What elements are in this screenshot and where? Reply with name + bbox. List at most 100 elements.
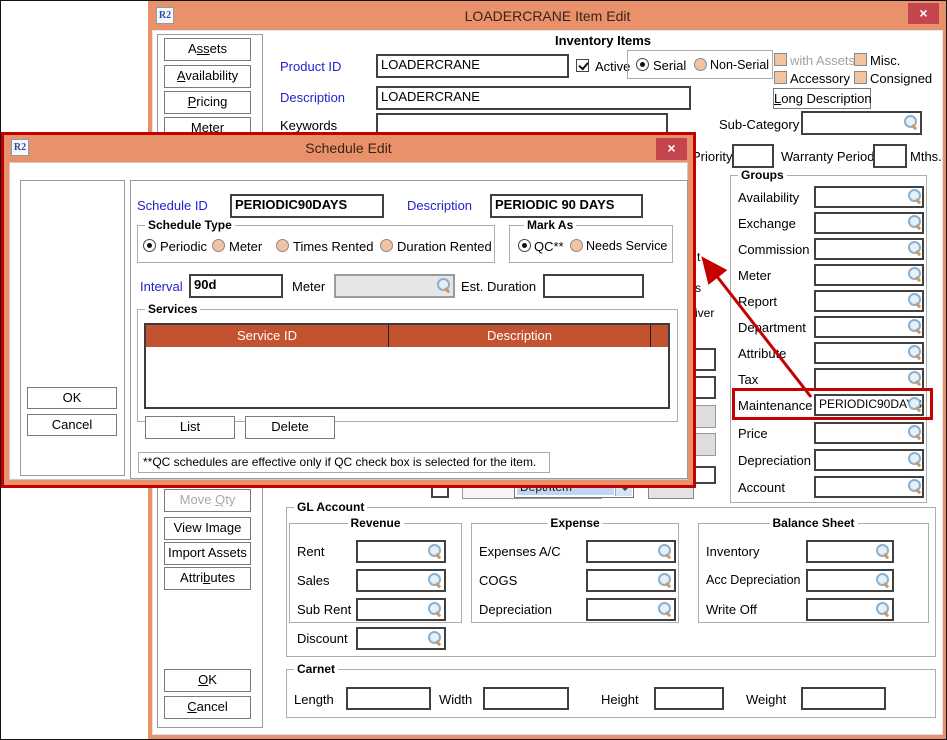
active-label: Active (595, 59, 630, 74)
needs-service-radio[interactable] (570, 239, 583, 252)
services-table[interactable]: Service ID Description (144, 323, 670, 409)
search-icon[interactable] (908, 319, 922, 333)
warranty-period-field[interactable] (873, 144, 907, 168)
cogs-field[interactable] (586, 569, 676, 592)
inventory-field[interactable] (806, 540, 894, 563)
search-icon[interactable] (658, 573, 672, 587)
periodic-radio[interactable] (143, 239, 156, 252)
write-off-field[interactable] (806, 598, 894, 621)
sidebar-item-availability[interactable]: Availability (164, 65, 251, 88)
non-serial-radio[interactable] (694, 58, 707, 71)
group-label-department: Department (738, 320, 806, 335)
search-icon[interactable] (428, 544, 442, 558)
schedule-id-field[interactable]: PERIODIC90DAYS (230, 194, 384, 218)
search-icon[interactable] (658, 602, 672, 616)
dialog-title: Schedule Edit (4, 140, 693, 156)
maintenance-highlight-annotation (732, 388, 933, 420)
depreciation-expense-field[interactable] (586, 598, 676, 621)
search-icon[interactable] (908, 479, 922, 493)
sales-field[interactable] (356, 569, 446, 592)
sub-category-field[interactable] (801, 111, 922, 135)
search-icon[interactable] (428, 573, 442, 587)
discount-field[interactable] (356, 627, 446, 650)
interval-field[interactable]: 90d (189, 274, 283, 298)
attributes-button[interactable]: Attributes (164, 567, 251, 590)
list-button[interactable]: List (145, 416, 235, 439)
search-icon[interactable] (658, 544, 672, 558)
periodic-label: Periodic (160, 239, 207, 254)
non-serial-label: Non-Serial (710, 58, 769, 72)
with-assets-checkbox (774, 53, 787, 66)
search-icon[interactable] (876, 544, 890, 558)
meter-field (334, 274, 455, 298)
rent-label: Rent (297, 544, 324, 559)
group-label-availability: Availability (738, 190, 799, 205)
interval-label: Interval (140, 279, 183, 294)
dialog-ok-button[interactable]: OK (27, 387, 117, 409)
sidebar-item-pricing[interactable]: Pricing (164, 91, 251, 114)
est-duration-label: Est. Duration (461, 279, 536, 294)
weight-field[interactable] (801, 687, 886, 710)
search-icon[interactable] (876, 573, 890, 587)
est-duration-field[interactable] (543, 274, 644, 298)
delete-button[interactable]: Delete (245, 416, 335, 439)
with-assets-label: with Assets (790, 53, 855, 68)
description-field[interactable]: LOADERCRANE (376, 86, 691, 110)
product-id-field[interactable]: LOADERCRANE (376, 54, 569, 78)
ok-button[interactable]: OK (164, 669, 251, 692)
priority-label: Priority (692, 149, 732, 164)
width-label: Width (439, 692, 472, 707)
sidebar-item-assets[interactable]: Assets (164, 38, 251, 61)
height-field[interactable] (654, 687, 724, 710)
meter-type-label: Meter (229, 239, 262, 254)
close-icon[interactable]: × (908, 3, 939, 24)
rent-field[interactable] (356, 540, 446, 563)
search-icon[interactable] (876, 602, 890, 616)
sales-label: Sales (297, 573, 330, 588)
search-icon[interactable] (908, 425, 922, 439)
search-icon[interactable] (908, 371, 922, 385)
search-icon[interactable] (908, 241, 922, 255)
import-assets-button[interactable]: Import Assets (164, 542, 251, 565)
warranty-period-label: Warranty Period (781, 149, 874, 164)
cancel-button[interactable]: Cancel (164, 696, 251, 719)
search-icon[interactable] (428, 631, 442, 645)
times-rented-radio[interactable] (276, 239, 289, 252)
length-field[interactable] (346, 687, 431, 710)
mths-label: Mths. (910, 149, 942, 164)
search-icon[interactable] (908, 293, 922, 307)
accessory-checkbox[interactable] (774, 71, 787, 84)
width-field[interactable] (483, 687, 569, 710)
search-icon[interactable] (908, 267, 922, 281)
search-icon[interactable] (908, 345, 922, 359)
column-header-service-id[interactable]: Service ID (146, 325, 389, 347)
active-checkbox[interactable] (576, 59, 589, 72)
search-icon[interactable] (908, 452, 922, 466)
priority-field[interactable] (732, 144, 774, 168)
expenses-ac-field[interactable] (586, 540, 676, 563)
meter-type-radio[interactable] (212, 239, 225, 252)
search-icon[interactable] (428, 602, 442, 616)
serial-radio[interactable] (636, 58, 649, 71)
expense-caption: Expense (547, 516, 602, 530)
acc-depreciation-field[interactable] (806, 569, 894, 592)
view-image-button[interactable]: View Image (164, 517, 251, 540)
search-icon[interactable] (908, 189, 922, 203)
group-label-tax: Tax (738, 372, 758, 387)
close-icon[interactable]: × (656, 138, 687, 160)
schedule-description-field[interactable]: PERIODIC 90 DAYS (490, 194, 643, 218)
group-label-commission: Commission (738, 242, 810, 257)
clipped-label-fragment: t (697, 250, 700, 264)
search-icon[interactable] (904, 115, 918, 129)
sub-rent-field[interactable] (356, 598, 446, 621)
consigned-checkbox[interactable] (854, 71, 867, 84)
qc-radio[interactable] (518, 239, 531, 252)
misc-checkbox[interactable] (854, 53, 867, 66)
dialog-cancel-button[interactable]: Cancel (27, 414, 117, 436)
description-label: Description (280, 90, 345, 105)
search-icon[interactable] (908, 215, 922, 229)
long-description-button[interactable]: Long Description (773, 88, 871, 109)
column-header-description[interactable]: Description (389, 325, 650, 347)
depreciation-expense-label: Depreciation (479, 602, 552, 617)
duration-rented-radio[interactable] (380, 239, 393, 252)
